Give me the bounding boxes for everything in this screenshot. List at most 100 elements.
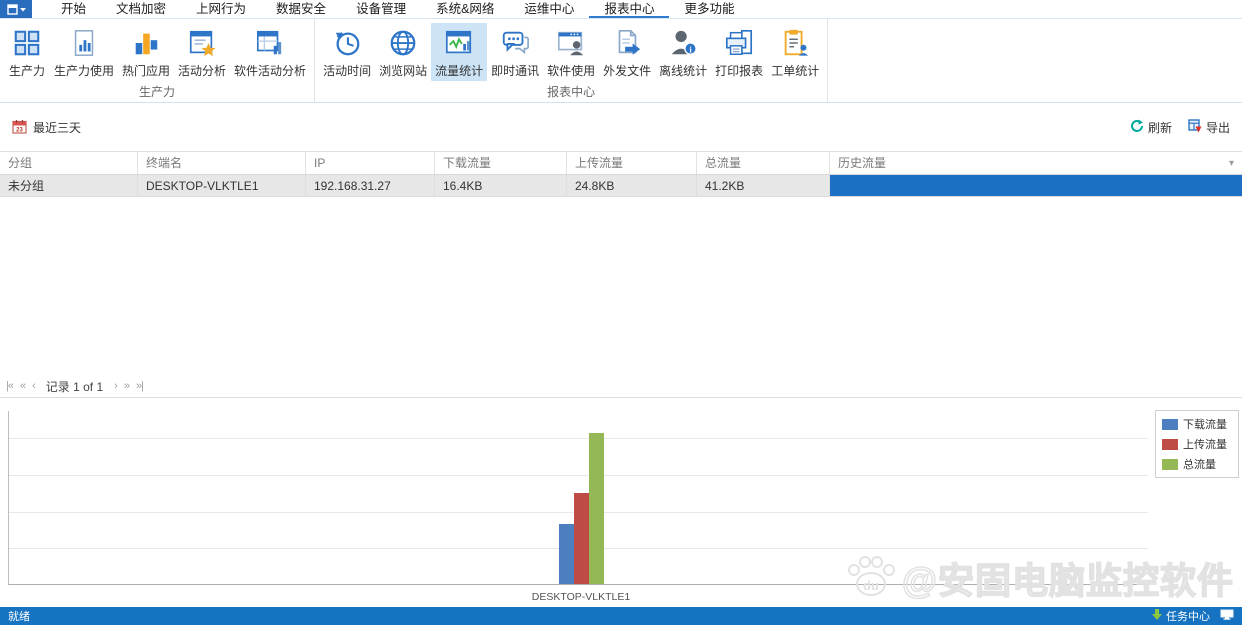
menu-bar: 开始 文档加密 上网行为 数据安全 设备管理 系统&网络 运维中心 报表中心 更…	[0, 0, 1242, 19]
cell-download: 16.4KB	[435, 175, 567, 196]
ribbon-button-label: 热门应用	[122, 64, 171, 78]
ribbon-button-software-usage[interactable]: 软件使用	[543, 23, 599, 81]
ribbon-button-activity-analysis[interactable]: 活动分析	[174, 23, 230, 81]
column-upload[interactable]: 上传流量	[567, 152, 697, 174]
export-icon	[1188, 119, 1202, 136]
window-analysis-icon	[253, 26, 287, 60]
document-chart-icon	[67, 26, 101, 60]
app-window: 开始 文档加密 上网行为 数据安全 设备管理 系统&网络 运维中心 报表中心 更…	[0, 0, 1242, 625]
ribbon-button-activity-time[interactable]: 活动时间	[319, 23, 375, 81]
cell-total: 41.2KB	[697, 175, 830, 196]
refresh-label: 刷新	[1147, 121, 1172, 135]
chart-gridline	[9, 475, 1148, 477]
prev-group-button[interactable]: «	[20, 380, 26, 392]
divider	[0, 397, 1242, 398]
ribbon-button-label: 活动分析	[178, 64, 227, 78]
cell-group: 未分组	[0, 175, 138, 196]
refresh-icon	[1130, 119, 1144, 136]
tab-data-security[interactable]: 数据安全	[261, 0, 341, 18]
ribbon-group-label-report-center: 报表中心	[547, 85, 596, 99]
first-page-button[interactable]: |«	[6, 380, 14, 392]
prev-page-button[interactable]: ‹	[32, 380, 36, 392]
chart-bar-2	[573, 493, 589, 584]
date-range-label: 最近三天	[33, 121, 82, 135]
ribbon-button-ticket-stats[interactable]: 工单统计	[767, 23, 823, 81]
next-group-button[interactable]: »	[124, 380, 130, 392]
task-center-button[interactable]: 任务中心	[1152, 608, 1210, 624]
legend-swatch	[1162, 418, 1178, 430]
ribbon-button-print-reports[interactable]: 打印报表	[711, 23, 767, 81]
legend-item: 总流量	[1162, 456, 1232, 472]
column-terminal-name[interactable]: 终端名	[138, 152, 306, 174]
toolbar-actions: 刷新 导出	[1130, 119, 1230, 136]
ribbon-button-label: 软件使用	[547, 64, 596, 78]
clipboard-user-icon	[778, 26, 812, 60]
status-ready-label: 就绪	[8, 611, 30, 623]
ribbon-button-browse-websites[interactable]: 浏览网站	[375, 23, 431, 81]
tab-device-management[interactable]: 设备管理	[341, 0, 421, 18]
file-send-icon	[610, 26, 644, 60]
column-total[interactable]: 总流量	[697, 152, 830, 174]
clock-history-icon	[330, 26, 364, 60]
table-row[interactable]: 未分组 DESKTOP-VLKTLE1 192.168.31.27 16.4KB…	[0, 175, 1242, 197]
chart-legend: 下载流量上传流量总流量	[1155, 410, 1239, 478]
ribbon-button-traffic-stats[interactable]: 流量统计	[431, 23, 488, 81]
ribbon-button-offline-stats[interactable]: i 离线统计	[655, 23, 711, 81]
grid-icon	[10, 26, 44, 60]
ribbon-button-label: 软件活动分析	[234, 64, 307, 78]
tab-report-center[interactable]: 报表中心	[589, 0, 670, 18]
ribbon-button-label: 离线统计	[659, 64, 708, 78]
export-button[interactable]: 导出	[1188, 119, 1230, 136]
chevron-down-icon	[19, 7, 26, 12]
chart-plot-area: DESKTOP-VLKTLE1	[8, 411, 1148, 603]
ribbon-button-software-activity-analysis[interactable]: 软件活动分析	[230, 23, 310, 81]
legend-swatch	[1162, 458, 1178, 470]
monitor-icon[interactable]	[1220, 609, 1234, 623]
legend-label: 下载流量	[1183, 419, 1227, 431]
ribbon-button-label: 浏览网站	[379, 64, 428, 78]
ribbon-group-label-productivity: 生产力	[139, 85, 176, 99]
column-group[interactable]: 分组	[0, 152, 138, 174]
ribbon-group-report-center: 活动时间 浏览网站 流量统计 即时通讯 软件使用 外发文件 i 离线统计 打印报…	[315, 19, 829, 102]
tab-ops-center[interactable]: 运维中心	[509, 0, 589, 18]
ribbon-group-productivity: 生产力 生产力使用 热门应用 活动分析 软件活动分析 生产力	[0, 19, 316, 102]
filter-toolbar: 23 最近三天 刷新 导出	[0, 104, 1242, 151]
cell-terminal-name: DESKTOP-VLKTLE1	[138, 175, 306, 196]
history-traffic-bar	[830, 175, 1242, 196]
tab-system-network[interactable]: 系统&网络	[421, 0, 509, 18]
refresh-button[interactable]: 刷新	[1130, 119, 1172, 136]
date-range-filter[interactable]: 23 最近三天	[12, 119, 81, 137]
ribbon-button-outgoing-files[interactable]: 外发文件	[599, 23, 655, 81]
legend-label: 上传流量	[1183, 439, 1227, 451]
traffic-table: 分组 终端名 IP 下载流量 上传流量 总流量 历史流量 ▾ 未分组 DESKT…	[0, 151, 1242, 197]
next-page-button[interactable]: ›	[114, 380, 118, 392]
status-bar-right: 任务中心	[1152, 608, 1234, 624]
column-download[interactable]: 下载流量	[435, 152, 567, 174]
legend-item: 下载流量	[1162, 416, 1232, 432]
ribbon-button-hot-apps[interactable]: 热门应用	[118, 23, 174, 81]
table-header: 分组 终端名 IP 下载流量 上传流量 总流量 历史流量 ▾	[0, 151, 1242, 175]
app-window-icon	[6, 3, 18, 15]
hot-apps-bars-icon	[129, 26, 163, 60]
printer-icon	[722, 26, 756, 60]
ribbon-button-instant-messaging[interactable]: 即时通讯	[487, 23, 543, 81]
app-menu-button[interactable]	[0, 0, 32, 18]
ribbon-button-label: 即时通讯	[491, 64, 540, 78]
window-user-icon	[554, 26, 588, 60]
ribbon-button-productivity[interactable]: 生产力	[4, 23, 50, 81]
cell-history	[830, 175, 1242, 196]
tab-internet-behavior[interactable]: 上网行为	[181, 0, 261, 18]
ribbon-button-productivity-usage[interactable]: 生产力使用	[50, 23, 118, 81]
ribbon-button-label: 流量统计	[435, 64, 484, 78]
column-history[interactable]: 历史流量 ▾	[830, 152, 1242, 174]
user-info-icon: i	[666, 26, 700, 60]
tab-more-functions[interactable]: 更多功能	[669, 0, 749, 18]
record-count-label: 记录 1 of 1	[45, 379, 104, 394]
tab-document-encryption[interactable]: 文档加密	[101, 0, 181, 18]
ribbon-button-label: 外发文件	[603, 64, 652, 78]
column-filter-dropdown-icon[interactable]: ▾	[1229, 152, 1234, 175]
last-page-button[interactable]: »|	[136, 380, 144, 392]
tab-start[interactable]: 开始	[46, 0, 101, 18]
column-ip[interactable]: IP	[306, 152, 435, 174]
legend-swatch	[1162, 438, 1178, 450]
